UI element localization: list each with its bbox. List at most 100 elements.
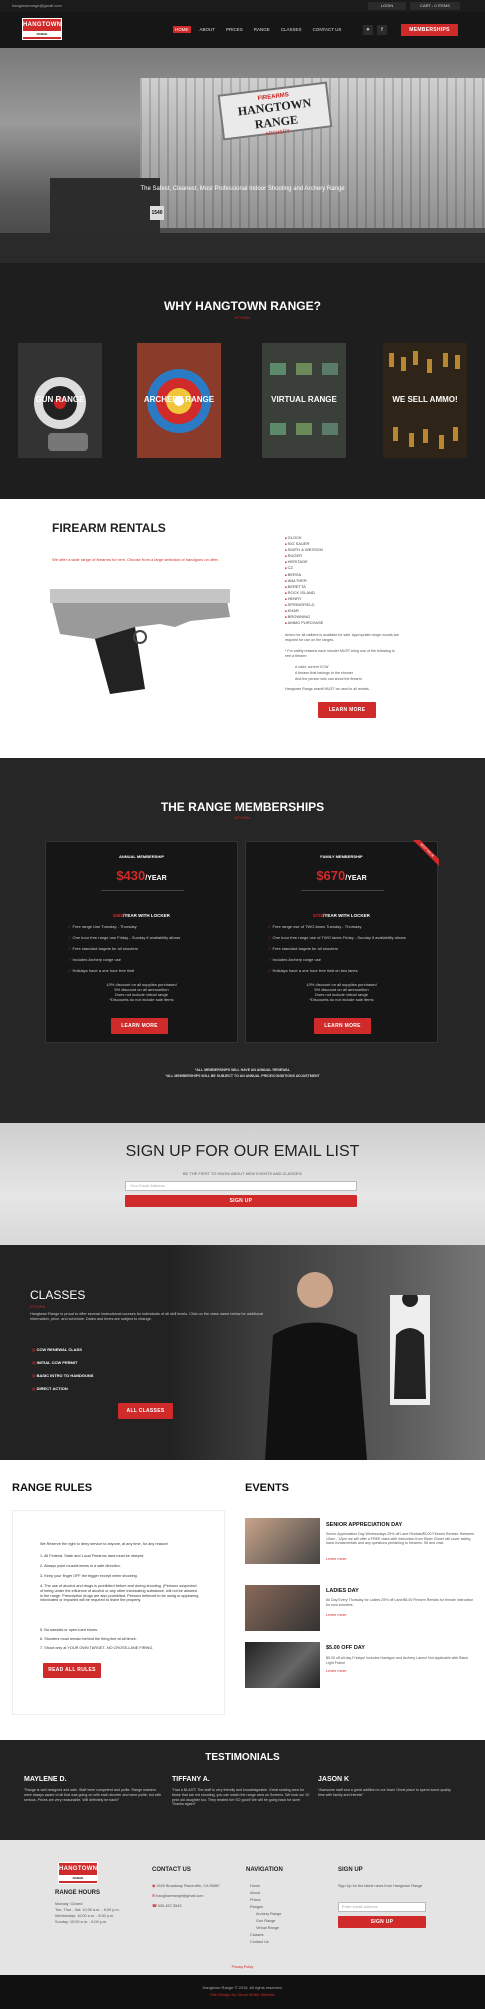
- event-description: Senior Appreciation Day Wednesdays 25% o…: [326, 1532, 475, 1546]
- footer-nav-archery[interactable]: Archery Range: [256, 1912, 281, 1916]
- rentals-learn-more-button[interactable]: LEARN MORE: [318, 702, 376, 718]
- top-email[interactable]: hangtownrange@gmail.com: [12, 3, 62, 8]
- nav-home[interactable]: HOME: [173, 26, 191, 33]
- nav-prices[interactable]: PRICES: [224, 26, 245, 33]
- hours-title: RANGE HOURS: [55, 1890, 101, 1896]
- logo-text-bottom: RANGE: [23, 31, 61, 37]
- site-header: HANGTOWN RANGE HOME ABOUT PRICES RANGE C…: [0, 12, 485, 48]
- tile-sell-ammo-label: WE SELL AMMO!: [392, 395, 458, 404]
- hero-banner: FIREARMS HANGTOWN RANGE ARCHERY 1540 The…: [0, 48, 485, 263]
- plan-feature: Free standard targets for all shooters: [68, 946, 138, 951]
- memberships-button[interactable]: MEMBERSHIPS: [401, 24, 458, 36]
- logo-text-bottom: RANGE: [59, 1875, 97, 1881]
- family-learn-more-button[interactable]: LEARN MORE: [314, 1018, 371, 1034]
- rule-item: 7. Shoot only at YOUR OWN TARGET- NO CRO…: [40, 1646, 154, 1650]
- membership-adjustment-note: *ALL MEMBERSHIPS WILL BE SUBJECT TO AN A…: [165, 1074, 320, 1078]
- tile-sell-ammo[interactable]: WE SELL AMMO!: [383, 343, 467, 458]
- read-all-rules-button[interactable]: READ ALL RULES: [43, 1663, 101, 1678]
- site-logo[interactable]: HANGTOWN RANGE: [22, 18, 62, 40]
- class-item[interactable]: BASIC INTRO TO HANDGUNS: [32, 1373, 94, 1378]
- plan-locker-price: $480/YEAR WITH LOCKER: [113, 913, 170, 918]
- footer-nav-virtual[interactable]: Virtual Range: [256, 1926, 279, 1930]
- class-item[interactable]: INITIAL CCW PERMIT: [32, 1360, 78, 1365]
- all-classes-button[interactable]: ALL CLASSES: [118, 1403, 173, 1419]
- hours-line: Sunday: 10:00 a.m. - 5:00 p.m.: [55, 1920, 108, 1924]
- plan-feature: One hour free range use Friday - Sunday …: [68, 935, 180, 940]
- footer-nav-title: NAVIGATION: [246, 1867, 283, 1873]
- plan-feature: One hour free range use of TWO lanes Fri…: [268, 935, 405, 940]
- annual-learn-more-button[interactable]: LEARN MORE: [111, 1018, 168, 1034]
- rules-title: RANGE RULES: [12, 1482, 93, 1494]
- site-credit[interactable]: Site Design by Ghost Writer Website: [0, 1992, 485, 1997]
- login-button[interactable]: LOGIN: [368, 2, 406, 10]
- rental-req-2: A firearm that belongs to the shooter: [295, 671, 353, 675]
- signup-text: Sign Up for the latest news from Hangtow…: [338, 1884, 423, 1888]
- email-subtitle: BE THE FIRST TO KNOW ABOUT NEW EVENTS AN…: [182, 1171, 303, 1176]
- plan-name: ANNUAL MEMBERSHIP: [118, 854, 165, 859]
- class-item[interactable]: CCW RENEWAL CLASS: [32, 1347, 82, 1352]
- footer-nav-prices[interactable]: Prices: [250, 1898, 261, 1902]
- rentals-airsoft-note: Hangtown Range airsoft MUST be used in a…: [285, 687, 370, 691]
- footer-nav-classes[interactable]: Classes: [250, 1933, 264, 1937]
- email-signup-button[interactable]: SIGN UP: [125, 1195, 357, 1207]
- rule-item: 4. The use of alcohol and drugs is prohi…: [40, 1584, 199, 1603]
- email-input[interactable]: Your Email Address: [125, 1181, 357, 1191]
- classes-title: CLASSES: [30, 1288, 86, 1302]
- tile-virtual-range-label: VIRTUAL RANGE: [271, 395, 337, 404]
- firearm-rentals-section: FIREARM RENTALS We offer a wide range of…: [0, 499, 485, 758]
- nav-about[interactable]: ABOUT: [198, 26, 218, 33]
- cart-button[interactable]: CART - 0 ITEMS: [410, 2, 460, 10]
- twitter-icon[interactable]: ✦: [363, 25, 373, 35]
- footer-logo[interactable]: HANGTOWN RANGE: [58, 1862, 98, 1884]
- contact-title: CONTACT US: [152, 1867, 191, 1873]
- plan-discount: *Discounts do not include sale items: [109, 997, 174, 1002]
- event-image-senior[interactable]: [245, 1518, 320, 1564]
- contact-phone[interactable]: ☎ 530-457-3543: [152, 1904, 181, 1909]
- event-title[interactable]: LADIES DAY: [326, 1588, 359, 1594]
- tile-virtual-range[interactable]: VIRTUAL RANGE: [262, 343, 346, 458]
- instructor-image: [265, 1272, 367, 1460]
- event-title[interactable]: SENIOR APPRECIATION DAY: [326, 1522, 402, 1528]
- nav-range[interactable]: RANGE: [252, 26, 272, 33]
- event-title[interactable]: $5.00 OFF DAY: [326, 1645, 365, 1651]
- memberships-title: THE RANGE MEMBERSHIPS: [160, 800, 325, 814]
- tile-archery-range[interactable]: ARCHERY RANGE: [137, 343, 221, 458]
- plan-price: $670/YEAR: [316, 868, 367, 883]
- classes-paragraph: Hangtown Range is proud to offer several…: [30, 1312, 264, 1321]
- footer-nav-contact[interactable]: Contact Us: [250, 1940, 269, 1944]
- event-image-ladies[interactable]: [245, 1585, 320, 1631]
- plan-feature: Includes Archery range use: [268, 957, 320, 962]
- privacy-link[interactable]: Privacy Policy: [0, 1965, 485, 1969]
- classes-subtitle: HTOWN: [30, 1305, 46, 1309]
- testimonial-quote: "Awesome staff and a great addition to o…: [318, 1788, 451, 1797]
- plan-feature: Includes Archery range use: [68, 957, 120, 962]
- why-title: WHY HANGTOWN RANGE?: [164, 299, 321, 313]
- tile-gun-range[interactable]: GUN RANGE: [18, 343, 102, 458]
- nav-contact[interactable]: CONTACT US: [311, 26, 344, 33]
- facebook-icon[interactable]: f: [377, 25, 387, 35]
- tile-archery-range-label: ARCHERY RANGE: [143, 395, 215, 404]
- footer-signup-button[interactable]: SIGN UP: [338, 1916, 426, 1928]
- footer-nav-gun[interactable]: Gun Range: [256, 1919, 275, 1923]
- footer-email-input[interactable]: Enter email address: [338, 1902, 426, 1912]
- logo-text-top: HANGTOWN: [59, 1866, 98, 1872]
- event-image-five-off[interactable]: [245, 1642, 320, 1688]
- class-item[interactable]: DIRECT ACTION: [32, 1386, 68, 1391]
- footer-nav-ranges[interactable]: Ranges: [250, 1905, 263, 1909]
- footer-nav-home[interactable]: Home: [250, 1884, 260, 1888]
- footer-nav-about[interactable]: About: [250, 1891, 260, 1895]
- rules-box: [12, 1510, 225, 1715]
- event-learn-more[interactable]: Learn more: [326, 1668, 346, 1673]
- event-learn-more[interactable]: Learn more: [326, 1612, 346, 1617]
- gun-brand-list: GLOCKSIG SAUERSMITH & WESSONRUGERHERITAG…: [285, 535, 324, 626]
- contact-email[interactable]: ✉ hangtownrange@gmail.com: [152, 1894, 204, 1899]
- testimonial-quote: "Had a BLAST! The staff is very friendly…: [172, 1788, 310, 1807]
- memberships-subtitle: HTOWN: [234, 816, 251, 820]
- rule-item: 1. All Federal, State and Local Firearms…: [40, 1554, 144, 1558]
- hours-line: Tue, Thur - Sat: 10:00 a.m. - 6:00 p.m.: [55, 1908, 120, 1912]
- plan-price: $430/YEAR: [116, 868, 167, 883]
- rentals-description: We offer a wide range of firearms for re…: [52, 557, 219, 562]
- event-learn-more[interactable]: Learn more: [326, 1556, 346, 1561]
- plan-name: FAMILY MEMBERSHIP: [320, 854, 363, 859]
- nav-classes[interactable]: CLASSES: [279, 26, 304, 33]
